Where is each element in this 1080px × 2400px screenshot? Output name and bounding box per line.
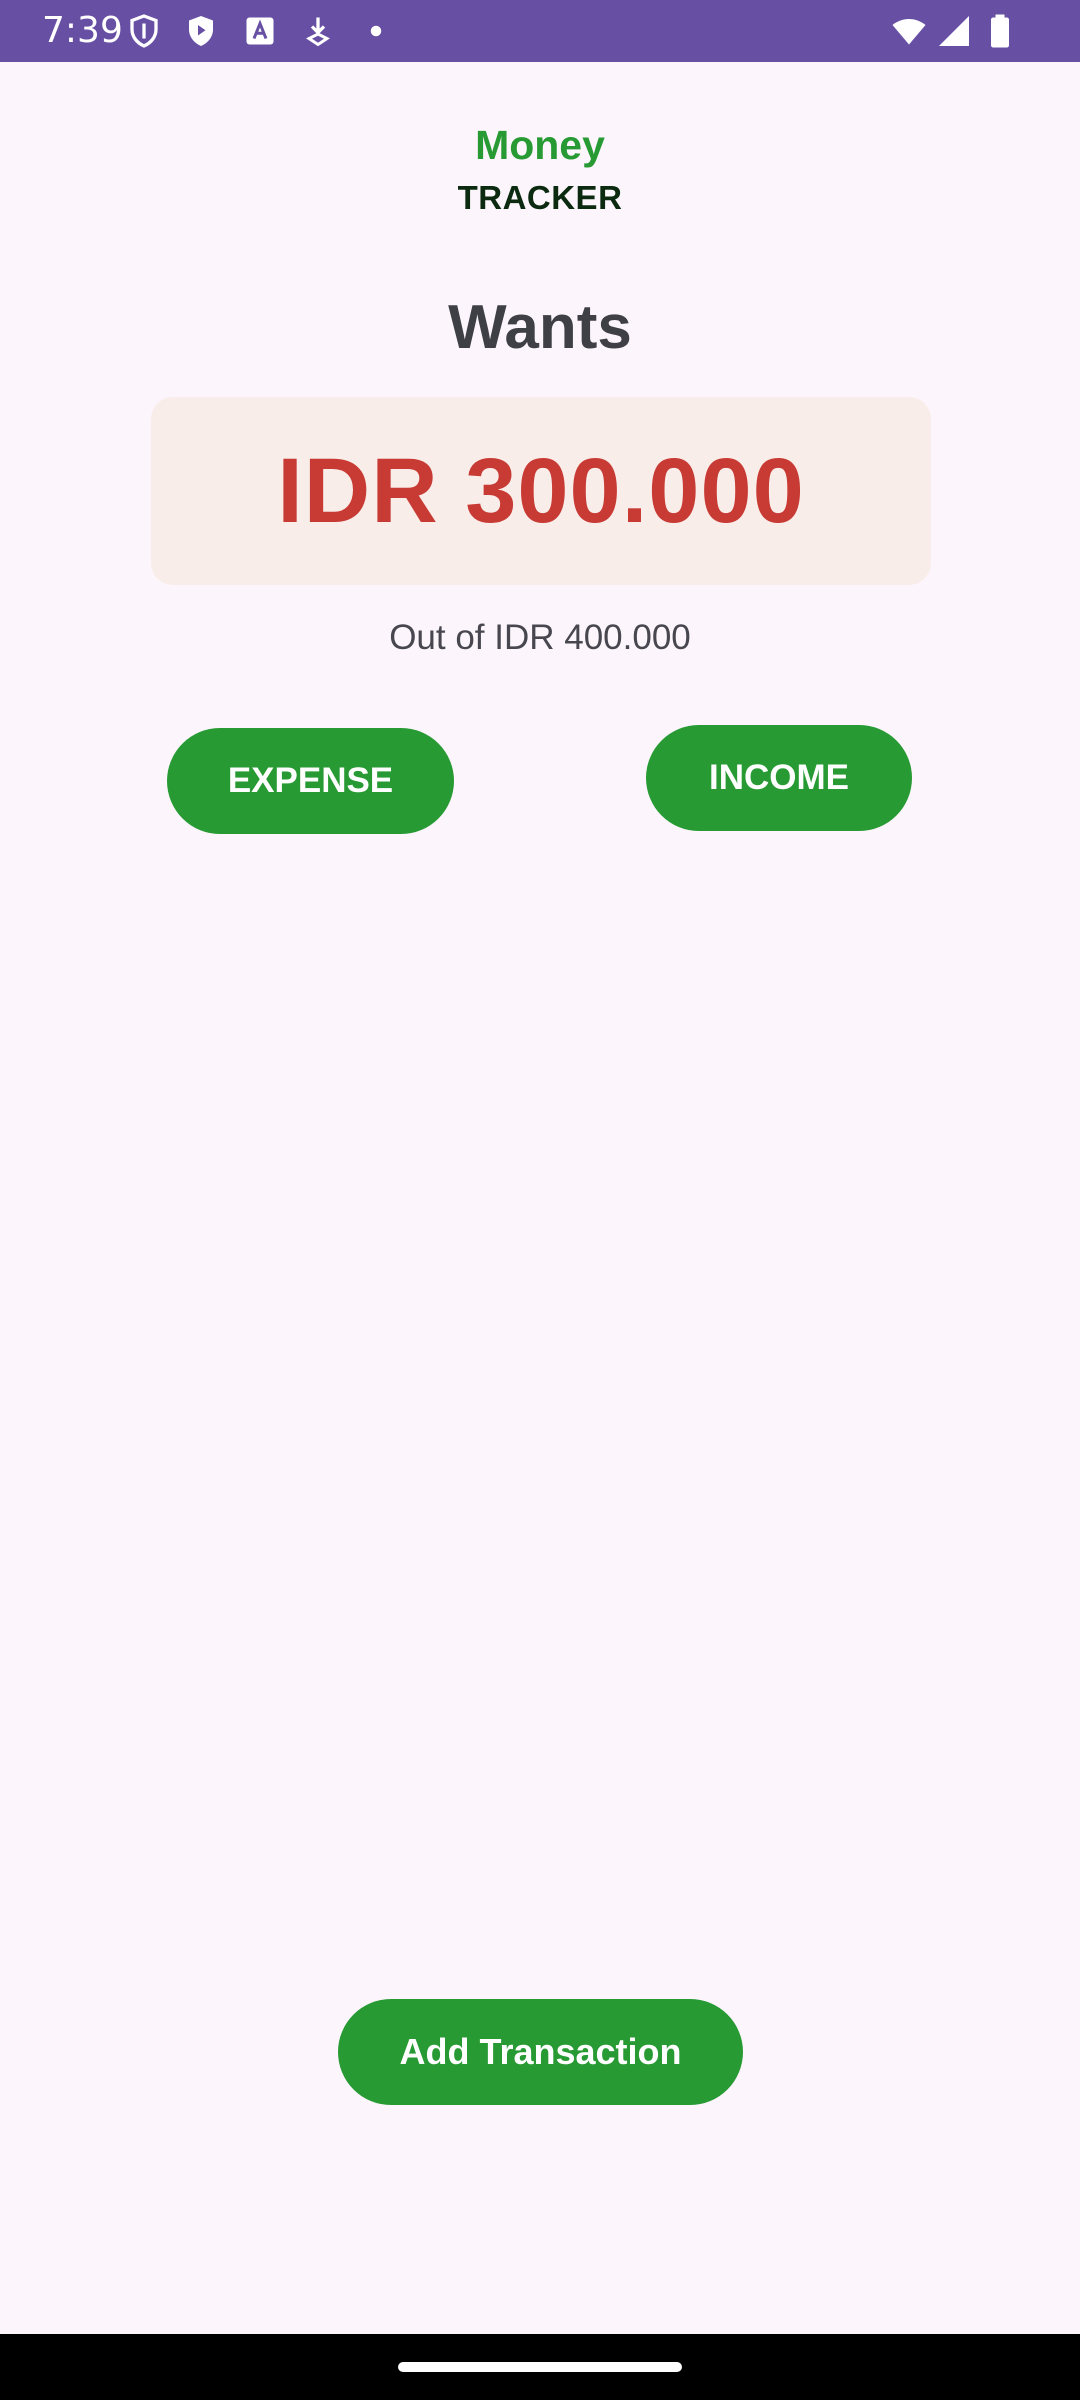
battery-icon — [982, 13, 1018, 49]
download-icon — [300, 13, 336, 49]
play-shield-icon — [183, 13, 219, 49]
status-time: 7:39 — [42, 10, 123, 51]
income-button[interactable]: INCOME — [646, 725, 912, 831]
dot-icon — [358, 13, 394, 49]
home-gesture-handle[interactable] — [398, 2362, 682, 2372]
budget-limit-text: Out of IDR 400.000 — [389, 618, 691, 657]
expense-button[interactable]: EXPENSE — [167, 728, 454, 834]
navigation-bar — [0, 2334, 1080, 2400]
app-title: Money — [475, 122, 605, 168]
app-subtitle: TRACKER — [457, 179, 623, 216]
wifi-icon — [888, 13, 930, 49]
amount-value: IDR 300.000 — [277, 440, 805, 542]
amount-card: IDR 300.000 — [151, 397, 931, 585]
status-bar: 7:39 — [0, 0, 1080, 62]
add-transaction-button[interactable]: Add Transaction — [338, 1999, 743, 2105]
shield-icon — [126, 13, 162, 49]
budget-category-title: Wants — [448, 293, 632, 362]
text-a-icon — [242, 13, 278, 49]
cell-signal-icon — [936, 13, 972, 49]
app-screen: Money TRACKER Wants IDR 300.000 Out of I… — [0, 62, 1080, 2334]
